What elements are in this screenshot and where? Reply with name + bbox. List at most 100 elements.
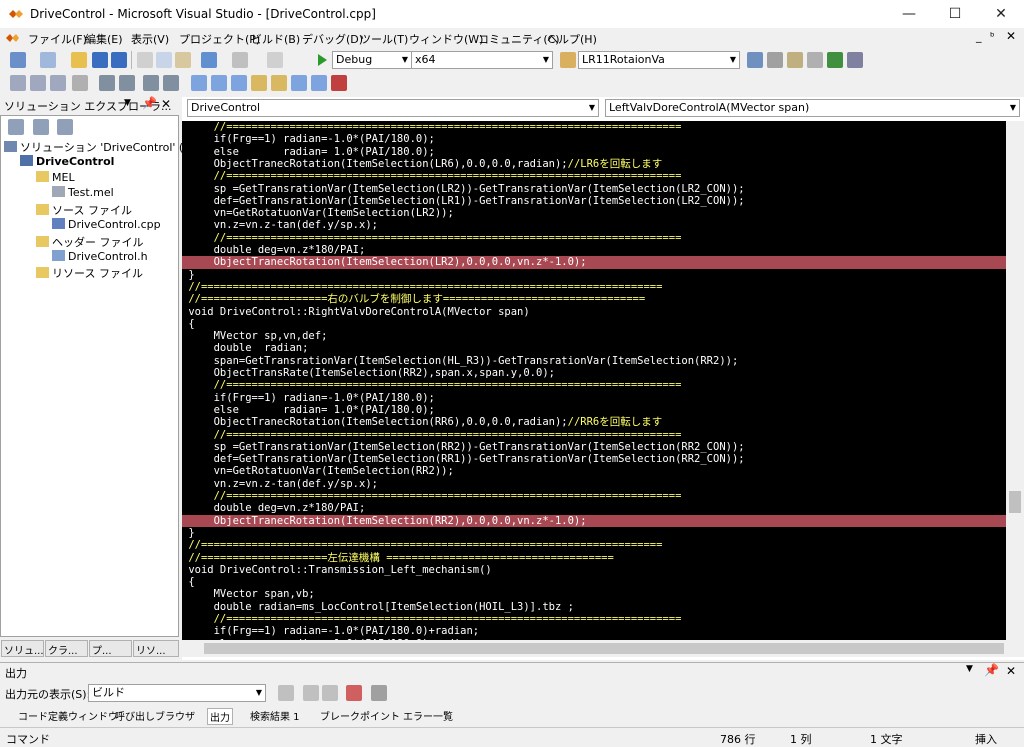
menu-project[interactable]: プロジェクト(P) [179, 31, 260, 47]
tree-item[interactable]: DriveControl [20, 154, 114, 168]
tree-item[interactable]: DriveControl.cpp [52, 218, 161, 231]
code-line[interactable]: sp =GetTransrationVar(ItemSelection(LR2)… [182, 183, 1006, 195]
code-line[interactable]: ObjectTranecRotation(ItemSelection(RR6),… [182, 416, 1006, 428]
cut-icon[interactable] [137, 52, 153, 68]
mdi-restore-button[interactable]: ᵇ [990, 30, 995, 43]
bookmark-next-folder-icon[interactable] [271, 75, 287, 91]
code-line[interactable]: //======================================… [182, 539, 1006, 551]
solution-platform-select[interactable]: x64 ▼ [411, 51, 553, 69]
new-project-icon[interactable] [10, 52, 26, 68]
horizontal-scrollbar[interactable] [182, 640, 1024, 657]
previous-message-icon[interactable] [303, 685, 319, 701]
code-line[interactable]: double radian; [182, 342, 1006, 354]
member-select[interactable]: LeftValvDoreControlA(MVector span) ▼ [605, 99, 1020, 117]
code-line[interactable]: ObjectTranecRotation(ItemSelection(LR2),… [182, 256, 1006, 269]
code-line[interactable]: { [182, 576, 1006, 588]
tab-find-results[interactable]: 検索結果 1 [250, 708, 300, 723]
find-combo[interactable]: LR11RotaionVa ▼ [578, 51, 740, 69]
code-line[interactable]: } [182, 269, 1006, 281]
tab-class-view[interactable]: クラ... [45, 640, 88, 657]
code-editor[interactable]: //======================================… [182, 121, 1006, 640]
menu-tools[interactable]: ツール(T) [360, 31, 408, 47]
code-line[interactable]: //======================================… [182, 170, 1006, 182]
clear-all-icon[interactable] [346, 685, 362, 701]
vs-menu-icon[interactable] [6, 32, 20, 44]
maximize-button[interactable]: ☐ [932, 0, 978, 28]
code-line[interactable]: //======================================… [182, 379, 1006, 391]
parameter-info-icon[interactable] [30, 75, 46, 91]
menu-edit[interactable]: 編集(E) [85, 31, 123, 47]
output-close-button[interactable]: ✕ [1006, 664, 1016, 678]
code-line[interactable]: vn=GetRotatuonVar(ItemSelection(LR2)); [182, 207, 1006, 219]
code-line[interactable]: else radian= 1.0*(PAI/180.0); [182, 146, 1006, 158]
properties-window-icon[interactable] [767, 52, 783, 68]
code-line[interactable]: else radian= 1.0*(PAI/180.0); [182, 404, 1006, 416]
code-line[interactable]: //======================================… [182, 281, 1006, 293]
complete-word-icon[interactable] [72, 75, 88, 91]
menu-build[interactable]: ビルド(B) [251, 31, 300, 47]
tab-call-browser[interactable]: 呼び出しブラウザ [115, 708, 195, 723]
code-line[interactable]: if(Frg==1) radian=-1.0*(PAI/180.0); [182, 392, 1006, 404]
code-line[interactable]: def=GetTransrationVar(ItemSelection(RR1)… [182, 453, 1006, 465]
add-item-icon[interactable] [40, 52, 56, 68]
tree-item[interactable]: MEL [36, 170, 75, 184]
solution-explorer-close-button[interactable]: ✕ [161, 97, 171, 111]
bookmark-previous-icon[interactable] [211, 75, 227, 91]
code-line[interactable]: vn.z=vn.z-tan(def.y/sp.x); [182, 478, 1006, 490]
tab-error-list[interactable]: エラー一覧 [403, 708, 453, 723]
clear-bookmarks-icon[interactable] [331, 75, 347, 91]
code-line[interactable]: sp =GetTransrationVar(ItemSelection(RR2)… [182, 441, 1006, 453]
comment-out-icon[interactable] [143, 75, 159, 91]
code-line[interactable]: void DriveControl::Transmission_Left_mec… [182, 564, 1006, 576]
navigate-backward-icon[interactable] [267, 52, 283, 68]
scroll-thumb[interactable] [1009, 491, 1021, 513]
tree-item[interactable]: リソース ファイル [36, 265, 143, 281]
object-browser-icon[interactable] [787, 52, 803, 68]
code-line[interactable]: def=GetTransrationVar(ItemSelection(LR1)… [182, 195, 1006, 207]
code-line[interactable]: } [182, 527, 1006, 539]
solution-configuration-select[interactable]: Debug ▼ [332, 51, 412, 69]
code-line[interactable]: //======================================… [182, 121, 1006, 133]
tree-item[interactable]: Test.mel [52, 186, 114, 199]
code-line[interactable]: vn.z=vn.z-tan(def.y/sp.x); [182, 219, 1006, 231]
solution-explorer-icon[interactable] [747, 52, 763, 68]
auto-hide-pin-icon[interactable]: 📌 [984, 663, 999, 677]
tab-breakpoints[interactable]: ブレークポイント [320, 708, 400, 723]
command-window-icon[interactable] [847, 52, 863, 68]
menu-help[interactable]: ヘルプ(H) [547, 31, 597, 47]
find-message-icon[interactable] [278, 685, 294, 701]
code-line[interactable]: //======================================… [182, 232, 1006, 244]
window-position-dropdown-icon[interactable]: ▼ [966, 664, 973, 674]
bookmark-next-icon[interactable] [231, 75, 247, 91]
code-line[interactable]: double deg=vn.z*180/PAI; [182, 244, 1006, 256]
code-line[interactable]: double radian=ms_LocControl[ItemSelectio… [182, 601, 1006, 613]
menu-debug[interactable]: デバッグ(D) [302, 31, 363, 47]
start-debugging-icon[interactable] [316, 53, 328, 67]
increase-indent-icon[interactable] [119, 75, 135, 91]
code-line[interactable]: double deg=vn.z*180/PAI; [182, 502, 1006, 514]
open-file-icon[interactable] [71, 52, 87, 68]
vertical-scrollbar[interactable] [1006, 121, 1024, 640]
bookmark-previous-doc-icon[interactable] [291, 75, 307, 91]
code-line[interactable]: MVector span,vb; [182, 588, 1006, 600]
copy-icon[interactable] [156, 52, 172, 68]
quick-info-icon[interactable] [50, 75, 66, 91]
code-line[interactable]: span=GetTransrationVar(ItemSelection(HL_… [182, 355, 1006, 367]
properties-icon[interactable] [8, 119, 24, 135]
start-page-icon[interactable] [827, 52, 843, 68]
scroll-thumb[interactable] [204, 643, 1004, 654]
save-all-icon[interactable] [111, 52, 127, 68]
code-line[interactable]: MVector sp,vn,def; [182, 330, 1006, 342]
tab-resource-view[interactable]: リソ... [133, 640, 179, 657]
code-line[interactable]: vn=GetRotatuonVar(ItemSelection(RR2)); [182, 465, 1006, 477]
auto-hide-pin-icon[interactable]: 📌 [142, 96, 157, 110]
tab-code-definition[interactable]: コード定義ウィンドウ [18, 708, 118, 723]
code-line[interactable]: //====================左伝達機構 ============… [182, 552, 1006, 564]
code-line[interactable]: ObjectTranecRotation(ItemSelection(RR2),… [182, 514, 1006, 527]
close-button[interactable]: ✕ [978, 0, 1024, 28]
bookmark-previous-folder-icon[interactable] [251, 75, 267, 91]
code-line[interactable]: if(Frg==1) radian=-1.0*(PAI/180.0); [182, 133, 1006, 145]
code-line[interactable]: ObjectTransRate(ItemSelection(RR2),span.… [182, 367, 1006, 379]
find-in-files-icon[interactable] [560, 52, 576, 68]
mdi-minimize-button[interactable]: _ [976, 30, 982, 43]
